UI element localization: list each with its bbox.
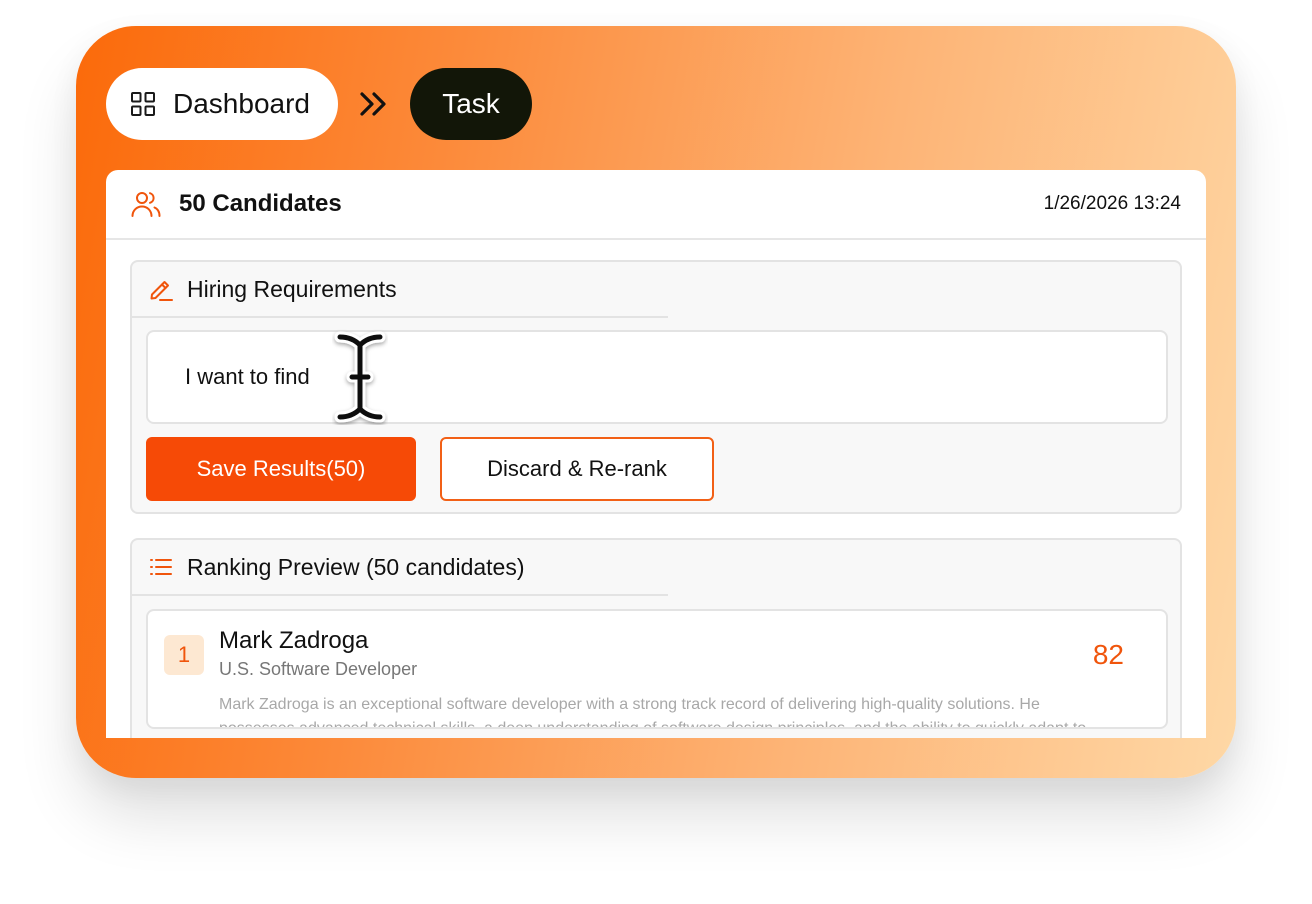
candidate-role: U.S. Software Developer	[219, 659, 418, 679]
ranking-preview-header: Ranking Preview (50 candidates)	[132, 540, 668, 596]
card-header: 50 Candidates 1/26/2026 13:24	[106, 170, 1206, 240]
double-chevron-right-icon	[338, 91, 410, 117]
rank-badge: 1	[164, 635, 204, 675]
save-results-button[interactable]: Save Results(50)	[146, 437, 416, 501]
grid-icon	[130, 91, 156, 117]
ranking-preview-title: Ranking Preview (50 candidates)	[187, 553, 525, 580]
hiring-requirements-header: Hiring Requirements	[132, 262, 668, 318]
stage: Dashboard Task 50 Candidates 1/26/2026 1…	[0, 0, 1312, 904]
candidate-name: Mark Zadroga	[219, 627, 369, 654]
candidates-card: 50 Candidates 1/26/2026 13:24 Hiring Req…	[106, 170, 1206, 738]
breadcrumb: Dashboard Task	[106, 68, 532, 140]
users-icon	[130, 188, 162, 220]
breadcrumb-dashboard-label: Dashboard	[173, 88, 310, 119]
candidate-card[interactable]: 1 Mark Zadroga U.S. Software Developer 8…	[146, 609, 1168, 729]
candidate-description: Mark Zadroga is an exceptional software …	[219, 696, 1087, 729]
text-cursor-icon	[334, 331, 386, 423]
breadcrumb-task[interactable]: Task	[410, 68, 532, 140]
pencil-icon	[148, 276, 174, 302]
candidate-score: 82	[1092, 639, 1124, 670]
breadcrumb-dashboard[interactable]: Dashboard	[106, 68, 338, 140]
ranking-preview-panel: Ranking Preview (50 candidates) 1 Mark Z…	[130, 538, 1182, 738]
app-frame: Dashboard Task 50 Candidates 1/26/2026 1…	[76, 26, 1236, 778]
timestamp: 1/26/2026 13:24	[1043, 193, 1181, 214]
list-icon	[148, 554, 174, 580]
discard-rerank-button[interactable]: Discard & Re-rank	[440, 437, 714, 501]
hiring-requirements-panel: Hiring Requirements I want to find Save …	[130, 260, 1182, 514]
requirements-input-value: I want to find	[185, 364, 310, 389]
requirements-input[interactable]: I want to find	[146, 330, 1168, 424]
page-title: 50 Candidates	[179, 190, 342, 217]
hiring-requirements-title: Hiring Requirements	[187, 275, 397, 302]
